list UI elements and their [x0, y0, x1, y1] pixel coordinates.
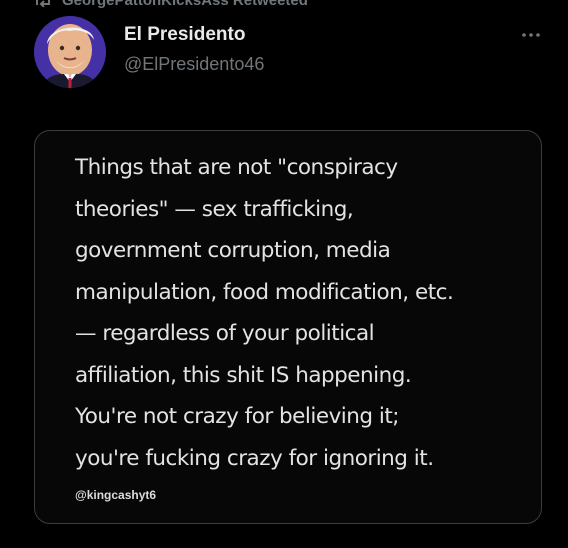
retweet-indicator[interactable]: GeorgePattonKicksAss Retweeted [34, 0, 308, 9]
image-watermark: @kingcashyt6 [75, 488, 157, 502]
retweet-label: GeorgePattonKicksAss Retweeted [62, 0, 308, 9]
quote-line: affiliation, this shit IS happening. [75, 362, 412, 388]
tweet-header: El Presidento @ElPresidento46 [34, 16, 544, 90]
retweet-icon [34, 0, 52, 7]
avatar[interactable] [34, 16, 106, 88]
quote-line: government corruption, media [75, 238, 391, 263]
more-options-button[interactable] [518, 24, 544, 44]
quote-line: you're fucking crazy for ignoring it. [75, 445, 434, 471]
quote-line: Things that are not "conspiracy [75, 155, 398, 180]
tweet-media-card[interactable]: Things that are not "conspiracy theories… [34, 130, 542, 524]
quote-image-text: Things that are not "conspiracy theories… [75, 147, 525, 479]
author-display-name[interactable]: El Presidento [124, 24, 245, 46]
more-options-icon [521, 25, 541, 43]
quote-line: — regardless of your political [75, 321, 375, 346]
author-handle[interactable]: @ElPresidento46 [124, 54, 264, 75]
quote-line: You're not crazy for believing it; [75, 404, 400, 429]
quote-line: manipulation, food modification, etc. [75, 279, 454, 305]
quote-line: theories" — sex trafficking, [75, 196, 354, 222]
